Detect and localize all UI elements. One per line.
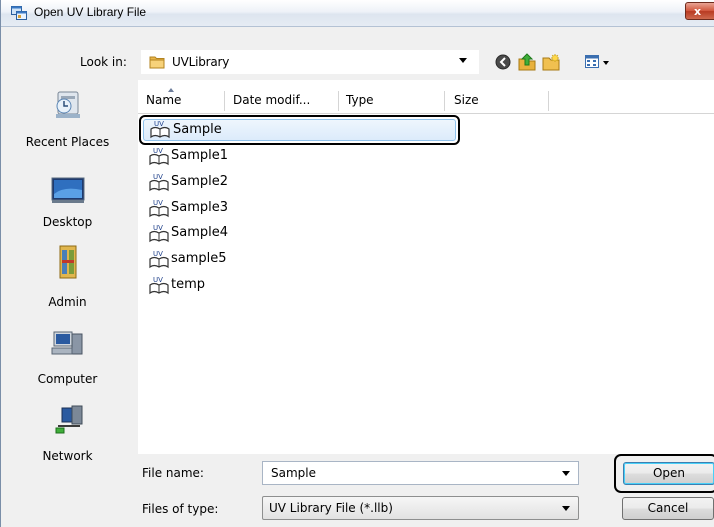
svg-text:UV: UV: [153, 250, 163, 258]
file-item-temp[interactable]: UV temp: [145, 274, 465, 296]
file-name-input[interactable]: Sample: [262, 461, 579, 485]
place-label: Admin: [48, 295, 87, 309]
svg-text:UV: UV: [153, 199, 163, 207]
svg-text:UV: UV: [153, 276, 163, 284]
column-divider[interactable]: [548, 91, 549, 111]
file-item-label: sample5: [171, 251, 227, 266]
file-item-sample1[interactable]: UV Sample1: [145, 145, 465, 167]
file-item-label: Sample: [173, 122, 222, 137]
uv-library-icon: UV: [150, 120, 170, 139]
file-item-label: Sample1: [171, 148, 229, 163]
place-network[interactable]: Network: [1, 394, 134, 463]
user-folder-icon: [59, 245, 76, 279]
file-item-label: temp: [171, 277, 206, 292]
place-label: Computer: [37, 372, 98, 386]
look-in-value: UVLibrary: [172, 55, 230, 69]
column-name[interactable]: Name: [146, 93, 181, 107]
place-computer[interactable]: Computer: [1, 318, 134, 386]
place-label: Network: [42, 449, 93, 463]
column-divider[interactable]: [224, 91, 225, 111]
open-button-highlight: Open: [614, 454, 714, 493]
file-name-value: Sample: [271, 466, 316, 480]
file-item-sample2[interactable]: UV Sample2: [145, 171, 465, 193]
back-icon[interactable]: [494, 53, 514, 71]
desktop-icon: [51, 177, 84, 203]
open-button[interactable]: Open: [623, 462, 714, 485]
up-folder-icon[interactable]: [517, 53, 537, 71]
folder-icon: [149, 56, 165, 69]
sort-ascending-icon: [168, 88, 174, 92]
file-item-sample4[interactable]: UV Sample4: [145, 222, 465, 244]
chevron-down-icon[interactable]: [562, 471, 570, 476]
column-date-modified[interactable]: Date modif...: [233, 93, 310, 107]
place-desktop[interactable]: Desktop: [1, 162, 134, 230]
svg-text:UV: UV: [153, 224, 163, 232]
views-menu-icon[interactable]: [584, 53, 614, 71]
file-item-sample[interactable]: UV Sample: [139, 115, 460, 145]
svg-text:UV: UV: [153, 147, 163, 155]
computer-icon: [51, 331, 82, 355]
uv-library-icon: UV: [149, 224, 169, 243]
place-label: Recent Places: [25, 135, 110, 149]
file-type-value: UV Library File (*.llb): [269, 501, 393, 515]
place-admin[interactable]: Admin: [1, 240, 134, 309]
files-of-type-label: Files of type:: [142, 502, 219, 516]
cancel-button[interactable]: Cancel: [622, 497, 714, 520]
column-size[interactable]: Size: [454, 93, 479, 107]
recent-places-icon: [55, 91, 80, 118]
look-in-dropdown[interactable]: UVLibrary: [141, 50, 479, 74]
uv-library-icon: UV: [149, 276, 169, 295]
dialog-title: Open UV Library File: [34, 5, 147, 19]
svg-text:UV: UV: [154, 120, 164, 128]
svg-text:UV: UV: [153, 173, 163, 181]
title-bar[interactable]: Open UV Library File x: [1, 0, 714, 27]
place-label: Desktop: [42, 215, 93, 229]
file-type-dropdown[interactable]: UV Library File (*.llb): [262, 496, 579, 520]
places-bar: Recent Places Desktop Admin Computer Net…: [1, 82, 134, 472]
uv-library-icon: UV: [149, 147, 169, 166]
file-name-label: File name:: [142, 466, 204, 480]
look-in-label: Look in:: [80, 55, 127, 69]
column-header: Name Date modif... Type Size: [138, 88, 714, 114]
uv-library-icon: UV: [149, 199, 169, 218]
file-list[interactable]: Name Date modif... Type Size UV Sample U…: [138, 80, 714, 454]
close-button[interactable]: x: [685, 2, 714, 20]
uv-library-icon: UV: [149, 173, 169, 192]
chevron-down-icon[interactable]: [459, 58, 467, 63]
network-icon: [55, 405, 82, 434]
file-item-sample5[interactable]: UV sample5: [145, 248, 465, 270]
file-item-sample3[interactable]: UV Sample3: [145, 197, 465, 219]
file-item-label: Sample3: [171, 200, 229, 215]
new-folder-icon[interactable]: [541, 53, 561, 71]
file-item-label: Sample2: [171, 174, 229, 189]
uv-library-icon: UV: [149, 250, 169, 269]
column-divider[interactable]: [338, 91, 339, 111]
column-divider[interactable]: [444, 91, 445, 111]
place-recent-places[interactable]: Recent Places: [1, 82, 134, 150]
dialog-app-icon: [11, 6, 27, 20]
column-type[interactable]: Type: [346, 93, 374, 107]
chevron-down-icon[interactable]: [562, 506, 570, 511]
open-file-dialog: Open UV Library File x Look in: UVLibrar…: [0, 0, 714, 527]
file-item-label: Sample4: [171, 225, 229, 240]
